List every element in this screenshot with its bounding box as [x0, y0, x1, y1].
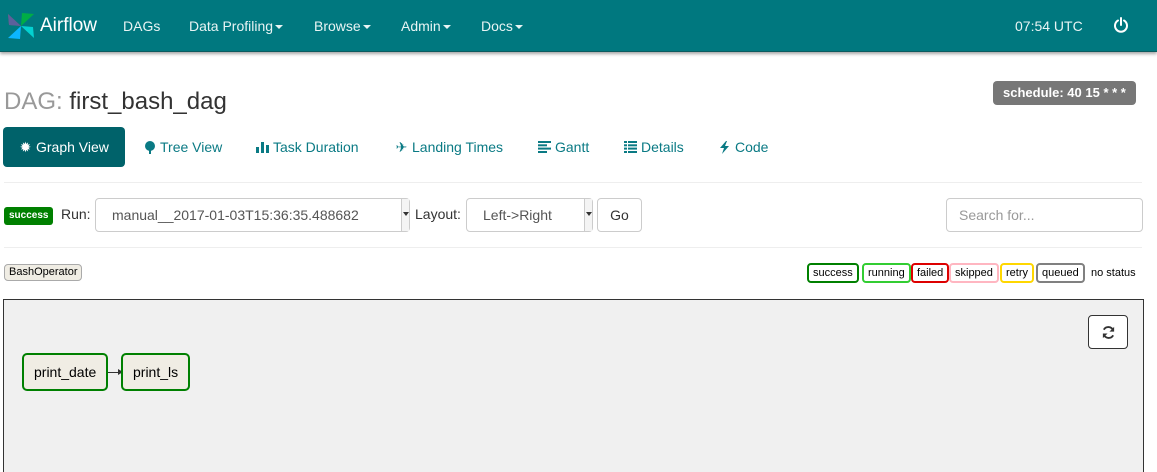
tab-tree-view[interactable]: Tree View	[143, 127, 222, 167]
run-label: Run:	[61, 206, 91, 222]
airflow-pinwheel-logo	[8, 13, 34, 39]
task-node-print-ls[interactable]: print_ls	[121, 353, 191, 391]
tab-gantt-label: Gantt	[555, 139, 590, 155]
tab-landing-times-label: Landing Times	[412, 139, 504, 155]
brand[interactable]: Airflow	[6, 9, 97, 43]
layout-select[interactable]: Left->Right	[466, 198, 593, 232]
legend-state-failed[interactable]: failed	[911, 263, 950, 283]
select-arrow-icon	[584, 199, 592, 231]
tab-graph-view[interactable]: ✹ Graph View	[3, 127, 125, 167]
flash-icon	[718, 127, 731, 167]
bar-chart-icon	[256, 127, 269, 167]
list-icon	[624, 127, 637, 167]
caret-down-icon	[514, 25, 523, 30]
tab-tree-view-label: Tree View	[160, 139, 223, 155]
tab-task-duration[interactable]: Task Duration	[256, 127, 359, 167]
divider	[4, 182, 1142, 183]
legend-state-no-status[interactable]: no status	[1085, 263, 1142, 283]
dag-id: first_bash_dag	[69, 88, 227, 115]
power-icon[interactable]	[1113, 17, 1129, 33]
nav-admin[interactable]: Admin	[401, 0, 451, 52]
page-title: DAG: first_bash_dag	[4, 88, 227, 116]
search-input[interactable]	[946, 198, 1143, 232]
layout-label: Layout:	[415, 206, 461, 222]
nav-browse[interactable]: Browse	[314, 0, 371, 52]
go-button[interactable]: Go	[597, 198, 642, 232]
nav-browse-label: Browse	[314, 18, 361, 34]
nav-data-profiling[interactable]: Data Profiling	[189, 0, 284, 52]
tab-graph-view-label: Graph View	[36, 139, 109, 155]
schedule-badge: schedule: 40 15 * * *	[993, 81, 1136, 105]
tab-task-duration-label: Task Duration	[273, 139, 359, 155]
tab-gantt[interactable]: Gantt	[538, 127, 589, 167]
caret-down-icon	[442, 25, 451, 30]
select-arrow-icon	[401, 199, 409, 231]
brand-name: Airflow	[40, 15, 98, 36]
tab-landing-times[interactable]: ✈ Landing Times	[395, 127, 503, 167]
run-select-value: manual__2017-01-03T15:36:35.488682	[112, 207, 359, 223]
run-select[interactable]: manual__2017-01-03T15:36:35.488682	[95, 198, 410, 232]
legend-state-skipped[interactable]: skipped	[949, 263, 999, 283]
caret-down-icon	[275, 25, 284, 30]
nav-docs[interactable]: Docs	[481, 0, 523, 52]
divider	[4, 247, 1142, 248]
nav-docs-label: Docs	[481, 18, 513, 34]
legend-state-queued[interactable]: queued	[1036, 263, 1085, 283]
refresh-button[interactable]	[1088, 315, 1128, 349]
nav-admin-label: Admin	[401, 18, 441, 34]
gear-burst-icon: ✹	[19, 139, 32, 155]
tab-code[interactable]: Code	[718, 127, 768, 167]
dag-title-prefix: DAG:	[4, 88, 63, 115]
plane-icon: ✈	[395, 139, 408, 155]
refresh-icon	[1102, 326, 1115, 339]
top-navbar: Airflow DAGs Data Profiling Browse Admin…	[0, 0, 1157, 52]
nav-data-profiling-label: Data Profiling	[189, 18, 274, 34]
legend-state-success[interactable]: success	[807, 263, 859, 283]
task-node-print-date[interactable]: print_date	[22, 353, 109, 391]
tree-icon	[143, 127, 156, 167]
tab-details[interactable]: Details	[624, 127, 684, 167]
nav-dags[interactable]: DAGs	[123, 0, 160, 52]
legend-state-running[interactable]: running	[862, 263, 911, 283]
nav-dags-label: DAGs	[123, 18, 161, 34]
tab-details-label: Details	[641, 139, 684, 155]
layout-select-value: Left->Right	[483, 207, 552, 223]
tab-code-label: Code	[735, 139, 769, 155]
caret-down-icon	[362, 25, 371, 30]
operator-legend-bashoperator[interactable]: BashOperator	[4, 264, 83, 281]
align-left-icon	[538, 127, 551, 167]
graph-edge	[108, 369, 123, 375]
utc-clock: 07:54 UTC	[1015, 18, 1083, 34]
dag-run-state-badge: success	[4, 207, 54, 225]
legend-state-retry[interactable]: retry	[1000, 263, 1034, 283]
